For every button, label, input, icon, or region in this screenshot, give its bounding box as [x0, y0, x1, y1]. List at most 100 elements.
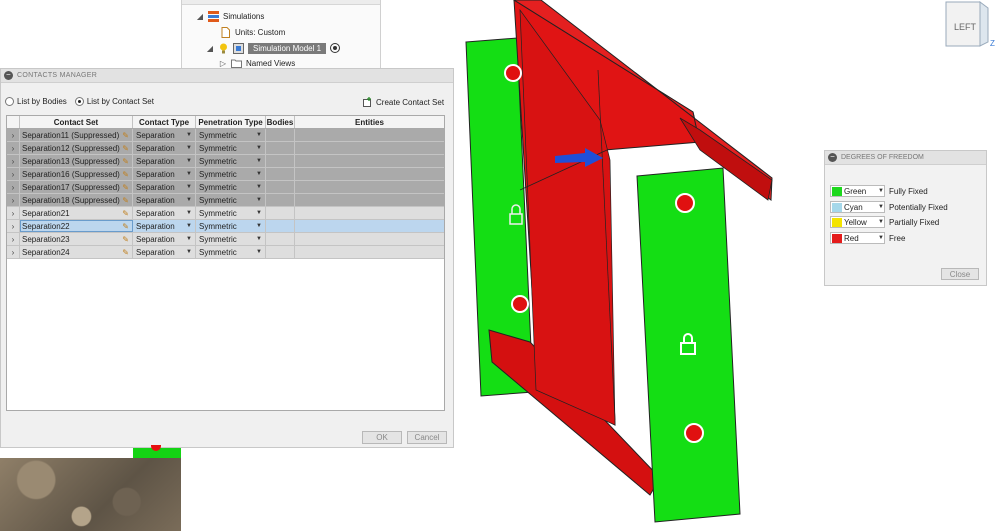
penetration-type-select[interactable]: Symmetric ▼ — [196, 181, 266, 193]
pencil-icon[interactable]: ✎ — [122, 222, 129, 231]
dropdown-arrow-icon[interactable]: ▼ — [186, 158, 192, 164]
radio-selected-icon[interactable] — [74, 97, 84, 106]
pencil-icon[interactable]: ✎ — [122, 183, 129, 192]
collapse-triangle-icon[interactable]: ◢ — [206, 44, 214, 53]
lightbulb-icon[interactable] — [218, 43, 229, 54]
penetration-type-select[interactable]: Symmetric ▼ — [196, 220, 266, 232]
table-row[interactable]: › Separation24 ✎ Separation ▼ Symmetric … — [7, 246, 444, 259]
bodies-cell[interactable] — [266, 155, 295, 167]
expand-arrow-icon[interactable]: › — [7, 207, 20, 219]
table-row[interactable]: › Separation22 ✎ Separation ▼ Symmetric … — [7, 220, 444, 233]
table-row[interactable]: › Separation17 (Suppressed) ✎ Separation… — [7, 181, 444, 194]
entities-cell[interactable] — [295, 155, 444, 167]
dropdown-arrow-icon[interactable]: ▼ — [256, 132, 262, 138]
model-viewport[interactable] — [456, 0, 826, 531]
list-by-bodies-option[interactable]: List by Bodies — [5, 97, 67, 106]
column-header[interactable]: Penetration Type — [196, 116, 266, 128]
expand-arrow-icon[interactable]: › — [7, 233, 20, 245]
hole-icon[interactable] — [675, 193, 695, 213]
contact-set-name-cell[interactable]: Separation18 (Suppressed) ✎ — [20, 194, 133, 206]
penetration-type-select[interactable]: Symmetric ▼ — [196, 233, 266, 245]
color-select[interactable]: Yellow ▼ — [830, 216, 885, 228]
contact-set-name-cell[interactable]: Separation17 (Suppressed) ✎ — [20, 181, 133, 193]
contact-type-select[interactable]: Separation ▼ — [133, 155, 196, 167]
column-header[interactable]: Entities — [295, 116, 444, 128]
contact-set-name-cell[interactable]: Separation13 (Suppressed) ✎ — [20, 155, 133, 167]
column-header[interactable]: Bodies — [266, 116, 295, 128]
dropdown-arrow-icon[interactable]: ▼ — [878, 204, 884, 210]
viewcube[interactable]: LEFT Z — [940, 0, 998, 50]
close-button[interactable]: Close — [941, 268, 979, 280]
dropdown-arrow-icon[interactable]: ▼ — [256, 210, 262, 216]
pencil-icon[interactable]: ✎ — [122, 235, 129, 244]
table-row[interactable]: › Separation21 ✎ Separation ▼ Symmetric … — [7, 207, 444, 220]
bodies-cell[interactable] — [266, 194, 295, 206]
front-green-plate[interactable] — [636, 167, 741, 523]
entities-cell[interactable] — [295, 233, 444, 245]
bodies-cell[interactable] — [266, 207, 295, 219]
dropdown-arrow-icon[interactable]: ▼ — [186, 210, 192, 216]
dropdown-arrow-icon[interactable]: ▼ — [186, 236, 192, 242]
expand-triangle-icon[interactable]: ▷ — [219, 59, 227, 68]
pencil-icon[interactable]: ✎ — [122, 144, 129, 153]
dropdown-arrow-icon[interactable]: ▼ — [256, 223, 262, 229]
contact-set-name-cell[interactable]: Separation21 ✎ — [20, 207, 133, 219]
tree-row-simulations[interactable]: ◢ Simulations — [196, 9, 264, 23]
column-header[interactable]: Contact Type — [133, 116, 196, 128]
bodies-cell[interactable] — [266, 233, 295, 245]
color-select[interactable]: Green ▼ — [830, 185, 885, 197]
entities-cell[interactable] — [295, 246, 444, 258]
contact-type-select[interactable]: Separation ▼ — [133, 233, 196, 245]
penetration-type-select[interactable]: Symmetric ▼ — [196, 194, 266, 206]
contact-set-name-cell[interactable]: Separation11 (Suppressed) ✎ — [20, 129, 133, 141]
expand-arrow-icon[interactable]: › — [7, 246, 20, 258]
table-row[interactable]: › Separation16 (Suppressed) ✎ Separation… — [7, 168, 444, 181]
hole-icon[interactable] — [684, 423, 704, 443]
pencil-icon[interactable]: ✎ — [122, 248, 129, 257]
contact-set-name-cell[interactable]: Separation23 ✎ — [20, 233, 133, 245]
contact-set-name-cell[interactable]: Separation22 ✎ — [20, 220, 133, 232]
penetration-type-select[interactable]: Symmetric ▼ — [196, 142, 266, 154]
dropdown-arrow-icon[interactable]: ▼ — [878, 188, 884, 194]
dropdown-arrow-icon[interactable]: ▼ — [256, 236, 262, 242]
entities-cell[interactable] — [295, 194, 444, 206]
bodies-cell[interactable] — [266, 168, 295, 180]
color-select[interactable]: Cyan ▼ — [830, 201, 885, 213]
dropdown-arrow-icon[interactable]: ▼ — [256, 197, 262, 203]
pencil-icon[interactable]: ✎ — [122, 209, 129, 218]
entities-cell[interactable] — [295, 168, 444, 180]
pencil-icon[interactable]: ✎ — [122, 196, 129, 205]
dropdown-arrow-icon[interactable]: ▼ — [186, 171, 192, 177]
table-row[interactable]: › Separation18 (Suppressed) ✎ Separation… — [7, 194, 444, 207]
dropdown-arrow-icon[interactable]: ▼ — [186, 197, 192, 203]
ok-button[interactable]: OK — [362, 431, 402, 444]
expand-arrow-icon[interactable]: › — [7, 194, 20, 206]
dropdown-arrow-icon[interactable]: ▼ — [256, 158, 262, 164]
penetration-type-select[interactable]: Symmetric ▼ — [196, 129, 266, 141]
dropdown-arrow-icon[interactable]: ▼ — [186, 145, 192, 151]
bodies-cell[interactable] — [266, 181, 295, 193]
penetration-type-select[interactable]: Symmetric ▼ — [196, 155, 266, 167]
create-contact-set-button[interactable]: Create Contact Set — [363, 97, 444, 107]
color-select[interactable]: Red ▼ — [830, 232, 885, 244]
expand-arrow-icon[interactable]: › — [7, 220, 20, 232]
activate-radio-icon[interactable] — [330, 43, 341, 53]
entities-cell[interactable] — [295, 207, 444, 219]
table-row[interactable]: › Separation11 (Suppressed) ✎ Separation… — [7, 129, 444, 142]
penetration-type-select[interactable]: Symmetric ▼ — [196, 168, 266, 180]
list-by-contact-set-option[interactable]: List by Contact Set — [74, 97, 154, 106]
dropdown-arrow-icon[interactable]: ▼ — [256, 249, 262, 255]
contact-type-select[interactable]: Separation ▼ — [133, 181, 196, 193]
contact-type-select[interactable]: Separation ▼ — [133, 194, 196, 206]
expand-arrow-icon[interactable]: › — [7, 168, 20, 180]
minimize-icon[interactable]: − — [4, 71, 13, 80]
contact-type-select[interactable]: Separation ▼ — [133, 168, 196, 180]
entities-cell[interactable] — [295, 220, 444, 232]
tree-row-units[interactable]: Units: Custom — [220, 25, 285, 39]
contact-type-select[interactable]: Separation ▼ — [133, 220, 196, 232]
contact-type-select[interactable]: Separation ▼ — [133, 129, 196, 141]
table-row[interactable]: › Separation13 (Suppressed) ✎ Separation… — [7, 155, 444, 168]
penetration-type-select[interactable]: Symmetric ▼ — [196, 246, 266, 258]
dropdown-arrow-icon[interactable]: ▼ — [256, 184, 262, 190]
tree-row-simulation-model[interactable]: ◢ Simulation Model 1 — [206, 41, 341, 55]
